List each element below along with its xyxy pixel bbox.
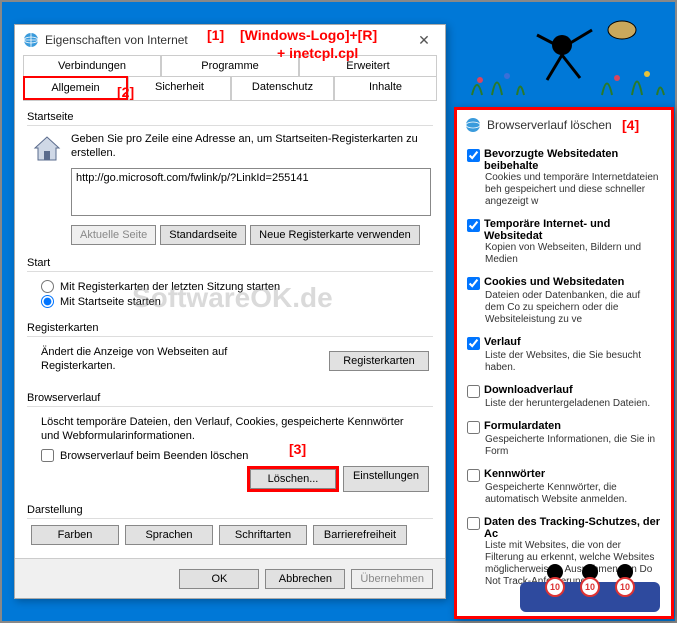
btn-tabs[interactable]: Registerkarten [329, 351, 429, 371]
chk-delete-on-exit[interactable]: Browserverlauf beim Beenden löschen [41, 449, 429, 462]
startseite-desc: Geben Sie pro Zeile eine Adresse an, um … [71, 132, 429, 161]
delete-option-desc-0: Cookies und temporäre Internetdateien be… [485, 172, 661, 208]
appearance-label: Darstellung [27, 504, 433, 516]
tabs-desc: Ändert die Anzeige von Webseiten auf Reg… [41, 345, 291, 374]
delete-option-3: VerlaufListe der Websites, die Sie besuc… [467, 336, 661, 374]
tab-erweitert[interactable]: Erweitert [299, 55, 437, 76]
btn-new-tab[interactable]: Neue Registerkarte verwenden [250, 225, 420, 245]
delete-option-desc-3: Liste der Websites, die Sie besucht habe… [485, 350, 661, 374]
delete-option-check-6[interactable]: Kennwörter [467, 468, 661, 482]
delete-option-desc-5: Gespeicherte Informationen, die Sie in F… [485, 434, 661, 458]
decoration-top [462, 10, 672, 100]
btn-ok[interactable]: OK [179, 569, 259, 589]
delete-option-check-0[interactable]: Bevorzugte Websitedaten beibehalte [467, 148, 661, 172]
tab-verbindungen[interactable]: Verbindungen [23, 55, 161, 76]
radio-last-session[interactable]: Mit Registerkarten der letzten Sitzung s… [41, 280, 429, 293]
close-button[interactable]: ✕ [411, 30, 437, 50]
tab-inhalte[interactable]: Inhalte [334, 76, 437, 100]
tab-allgemein[interactable]: Allgemein [23, 76, 128, 100]
btn-fonts[interactable]: Schriftarten [219, 525, 307, 545]
delete-option-desc-6: Gespeicherte Kennwörter, die automatisch… [485, 482, 661, 506]
btn-default-page[interactable]: Standardseite [160, 225, 246, 245]
delete-option-desc-7: Liste mit Websites, die von der Filterun… [485, 540, 661, 588]
del-window-title: Browserverlauf löschen [487, 118, 612, 132]
delete-option-desc-2: Dateien oder Datenbanken, die auf dem Co… [485, 290, 661, 326]
delete-option-check-1[interactable]: Temporäre Internet- und Websitedat [467, 218, 661, 242]
del-titlebar: Browserverlauf löschen [457, 110, 671, 140]
tab-sicherheit[interactable]: Sicherheit [128, 76, 231, 100]
delete-option-desc-1: Kopien von Webseiten, Bildern und Medien [485, 242, 661, 266]
homepage-url-input[interactable]: http://go.microsoft.com/fwlink/p/?LinkId… [71, 168, 431, 216]
btn-current-page[interactable]: Aktuelle Seite [71, 225, 156, 245]
btn-accessibility[interactable]: Barrierefreiheit [313, 525, 407, 545]
internet-icon [23, 32, 39, 48]
tab-strip: Verbindungen Programme Erweitert Allgeme… [23, 55, 437, 101]
internet-properties-window: Eigenschaften von Internet ✕ Verbindunge… [14, 24, 446, 599]
delete-option-check-5[interactable]: Formulardaten [467, 420, 661, 434]
tab-datenschutz[interactable]: Datenschutz [231, 76, 334, 100]
delete-option-1: Temporäre Internet- und WebsitedatKopien… [467, 218, 661, 266]
btn-delete-history[interactable]: Löschen... [250, 469, 336, 489]
delete-option-5: FormulardatenGespeicherte Informationen,… [467, 420, 661, 458]
delete-option-0: Bevorzugte Websitedaten beibehalteCookie… [467, 148, 661, 208]
tab-programme[interactable]: Programme [161, 55, 299, 76]
delete-option-check-4[interactable]: Downloadverlauf [467, 384, 661, 398]
delete-option-6: KennwörterGespeicherte Kennwörter, die a… [467, 468, 661, 506]
btn-apply[interactable]: Übernehmen [351, 569, 433, 589]
tab-content: Startseite Geben Sie pro Zeile eine Adre… [15, 101, 445, 563]
history-desc: Löscht temporäre Dateien, den Verlauf, C… [41, 415, 421, 444]
start-label: Start [27, 257, 433, 269]
history-label: Browserverlauf [27, 392, 433, 404]
tabs-section-label: Registerkarten [27, 322, 433, 334]
startseite-label: Startseite [27, 111, 433, 123]
radio-homepage[interactable]: Mit Startseite starten [41, 295, 429, 308]
internet-icon [465, 117, 481, 133]
btn-languages[interactable]: Sprachen [125, 525, 213, 545]
btn-cancel[interactable]: Abbrechen [265, 569, 345, 589]
home-icon [31, 132, 63, 164]
titlebar: Eigenschaften von Internet ✕ [15, 25, 445, 55]
delete-option-4: DownloadverlaufListe der heruntergeladen… [467, 384, 661, 410]
delete-option-check-3[interactable]: Verlauf [467, 336, 661, 350]
delete-options-list: Bevorzugte Websitedaten beibehalteCookie… [457, 140, 671, 606]
btn-history-settings[interactable]: Einstellungen [343, 466, 429, 492]
delete-history-window: Browserverlauf löschen Bevorzugte Websit… [454, 107, 674, 619]
delete-option-check-7[interactable]: Daten des Tracking-Schutzes, der Ac [467, 516, 661, 540]
delete-option-check-2[interactable]: Cookies und Websitedaten [467, 276, 661, 290]
delete-option-2: Cookies und WebsitedatenDateien oder Dat… [467, 276, 661, 326]
dialog-buttons: OK Abbrechen Übernehmen [15, 558, 445, 598]
delete-option-desc-4: Liste der heruntergeladenen Dateien. [485, 398, 661, 410]
btn-colors[interactable]: Farben [31, 525, 119, 545]
delete-option-7: Daten des Tracking-Schutzes, der AcListe… [467, 516, 661, 588]
window-title: Eigenschaften von Internet [45, 33, 188, 47]
